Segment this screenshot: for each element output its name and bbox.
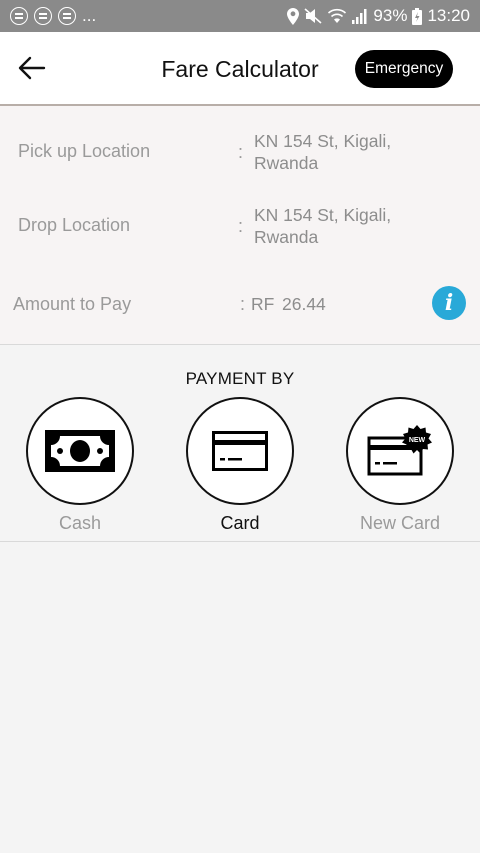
new-card-option-circle[interactable]: NEW <box>346 397 454 505</box>
info-icon[interactable]: i <box>432 286 466 320</box>
app-header: Fare Calculator Emergency <box>0 32 480 106</box>
payment-option-cash[interactable]: Cash <box>24 397 136 534</box>
emergency-button[interactable]: Emergency <box>355 50 453 88</box>
new-card-label: New Card <box>359 513 441 533</box>
notification-icon <box>58 7 76 25</box>
pickup-value-line2: Rwanda <box>254 153 319 173</box>
pickup-label: Pick up Location <box>18 141 151 161</box>
amount-value: 26.44 <box>282 294 326 314</box>
battery-icon <box>412 7 423 25</box>
cash-option-circle[interactable] <box>26 397 134 505</box>
amount-label: Amount to Pay <box>13 294 132 314</box>
cash-label: Cash <box>58 513 102 533</box>
payment-divider <box>0 541 480 542</box>
notification-overflow: ... <box>82 6 97 25</box>
screen: ... 93% 13:20 Fare Calculator Emergency … <box>0 0 480 853</box>
signal-icon <box>352 8 368 24</box>
pickup-value: KN 154 St, Kigali, Rwanda <box>254 130 454 174</box>
wifi-icon <box>327 8 347 24</box>
new-card-icon: NEW <box>367 425 432 476</box>
details-divider <box>0 344 480 345</box>
drop-colon: : <box>238 216 244 236</box>
card-icon <box>212 431 268 471</box>
amount-colon: : <box>240 294 246 314</box>
drop-value-line1: KN 154 St, Kigali, <box>254 205 392 225</box>
back-arrow-icon <box>18 56 46 80</box>
drop-label: Drop Location <box>18 215 131 235</box>
cash-icon <box>45 430 115 472</box>
payment-option-new-card[interactable]: NEW New Card <box>344 397 456 534</box>
notification-icons: ... <box>10 6 96 26</box>
location-icon <box>287 7 300 25</box>
drop-value-line2: Rwanda <box>254 227 319 247</box>
payment-option-card[interactable]: Card <box>184 397 296 534</box>
payment-title: PAYMENT BY <box>185 369 295 388</box>
pickup-value-line1: KN 154 St, Kigali, <box>254 131 392 151</box>
amount-currency: RF <box>251 294 275 314</box>
clock: 13:20 <box>427 6 470 25</box>
mute-icon <box>304 8 322 24</box>
card-option-circle[interactable] <box>186 397 294 505</box>
status-bar: ... 93% 13:20 <box>0 0 480 32</box>
back-button[interactable] <box>14 50 50 86</box>
notification-icon <box>34 7 52 25</box>
drop-value: KN 154 St, Kigali, Rwanda <box>254 204 454 248</box>
new-badge-icon: NEW <box>402 425 432 454</box>
battery-percent: 93% <box>373 6 408 25</box>
notification-icon <box>10 7 28 25</box>
new-badge-text: NEW <box>409 437 426 444</box>
pickup-colon: : <box>238 142 244 162</box>
card-label: Card <box>220 513 260 533</box>
system-icons: 93% 13:20 <box>287 6 470 26</box>
fare-details: Pick up Location : KN 154 St, Kigali, Rw… <box>0 106 480 344</box>
